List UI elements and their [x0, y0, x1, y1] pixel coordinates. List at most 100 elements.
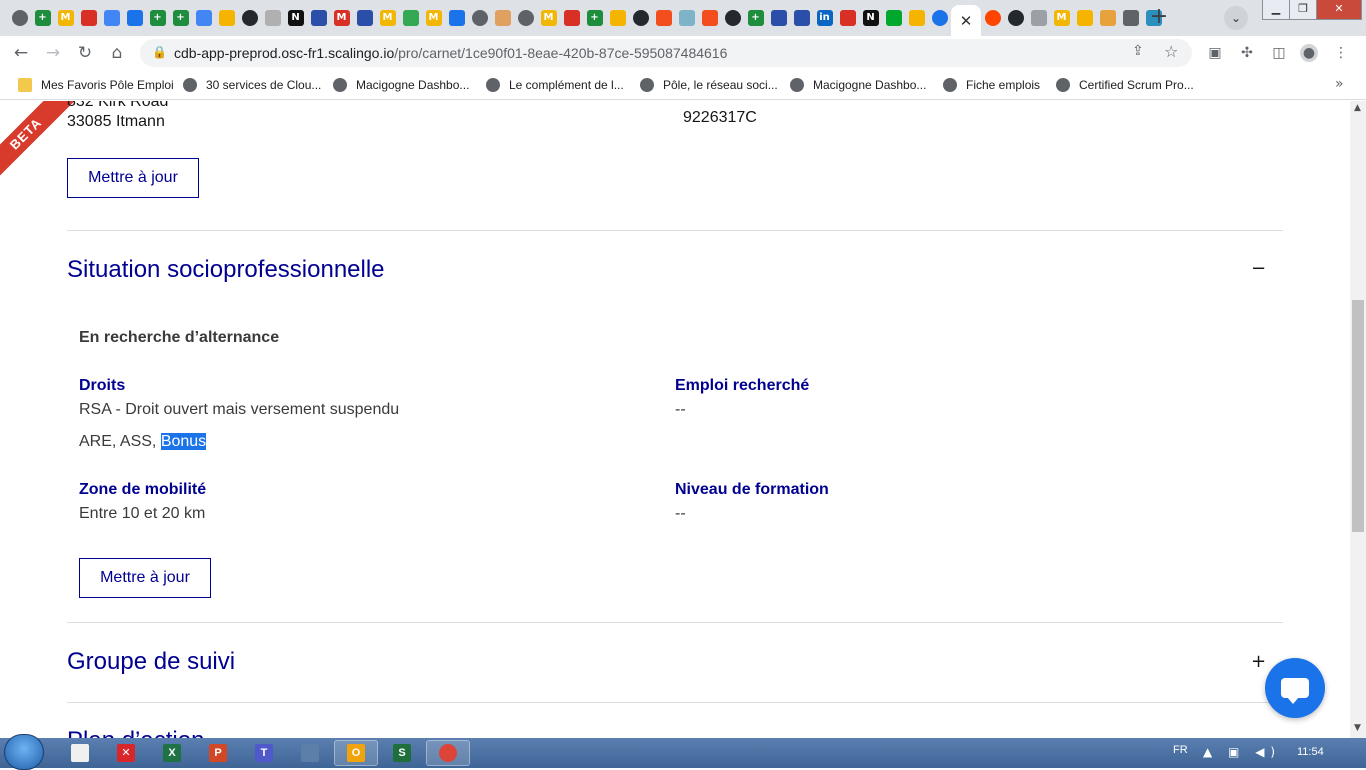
browser-tab[interactable] — [1119, 5, 1142, 31]
home-button[interactable]: ⌂ — [105, 41, 129, 65]
browser-tab[interactable] — [1027, 5, 1050, 31]
browser-tab[interactable] — [491, 5, 514, 31]
browser-tab[interactable] — [560, 5, 583, 31]
browser-tab[interactable]: M — [1050, 5, 1073, 31]
chat-support-button[interactable] — [1265, 658, 1325, 718]
browser-tab[interactable] — [652, 5, 675, 31]
taskbar-app-teams[interactable]: T — [242, 740, 286, 766]
reload-button[interactable]: ↻ — [73, 41, 97, 65]
update-personal-info-button[interactable]: Mettre à jour — [67, 158, 199, 198]
bookmark-item[interactable]: Certified Scrum Pro... — [1056, 76, 1194, 94]
close-window-button[interactable]: ✕ — [1316, 0, 1362, 20]
extension-icon[interactable]: ▣ — [1206, 44, 1224, 62]
taskbar-app-outlook[interactable]: O — [334, 740, 378, 766]
browser-tab[interactable] — [629, 5, 652, 31]
bookmark-item[interactable]: Le complément de l... — [486, 76, 624, 94]
share-icon[interactable]: ⇪ — [1132, 43, 1144, 59]
back-button[interactable]: ← — [9, 41, 33, 65]
side-panel-icon[interactable]: ◫ — [1270, 44, 1288, 62]
browser-tab[interactable] — [353, 5, 376, 31]
bookmark-item[interactable]: Pôle, le réseau soci... — [640, 76, 778, 94]
browser-tab[interactable] — [123, 5, 146, 31]
browser-tab[interactable]: + — [146, 5, 169, 31]
browser-tab[interactable]: M — [330, 5, 353, 31]
taskbar-app-xmind[interactable]: ✕ — [104, 740, 148, 766]
browser-tab[interactable] — [698, 5, 721, 31]
bookmark-item[interactable]: Macigogne Dashbo... — [333, 76, 469, 94]
browser-tab[interactable] — [192, 5, 215, 31]
browser-tab[interactable]: N — [284, 5, 307, 31]
taskbar-app-settings[interactable] — [288, 740, 332, 766]
browser-tab[interactable] — [468, 5, 491, 31]
clock[interactable]: 11:54 — [1297, 746, 1324, 758]
browser-tab[interactable] — [307, 5, 330, 31]
bookmark-item[interactable]: 30 services de Clou... — [183, 76, 321, 94]
browser-tab[interactable]: N — [859, 5, 882, 31]
update-situation-button[interactable]: Mettre à jour — [79, 558, 211, 598]
bookmark-item[interactable]: Fiche emplois — [943, 76, 1040, 94]
browser-tab[interactable]: + — [744, 5, 767, 31]
taskbar-app-powerpoint[interactable]: P — [196, 740, 240, 766]
browser-tab[interactable] — [8, 5, 31, 31]
browser-tab[interactable]: + — [169, 5, 192, 31]
expand-icon[interactable]: + — [1251, 651, 1266, 672]
scroll-down-arrow-icon[interactable]: ▼ — [1354, 723, 1361, 733]
taskbar-app-excel[interactable]: X — [150, 740, 194, 766]
new-tab-button[interactable]: + — [1147, 6, 1171, 30]
bookmarks-overflow-icon[interactable]: » — [1335, 76, 1344, 92]
forward-button[interactable]: → — [41, 41, 65, 65]
section-title-plan[interactable]: Plan d’action — [67, 727, 204, 738]
browser-tab[interactable] — [981, 5, 1004, 31]
browser-tab[interactable] — [928, 5, 951, 31]
browser-tab[interactable] — [100, 5, 123, 31]
browser-tab[interactable]: in — [813, 5, 836, 31]
browser-tab[interactable]: + — [583, 5, 606, 31]
browser-tab[interactable]: M — [537, 5, 560, 31]
collapse-icon[interactable]: − — [1251, 258, 1266, 279]
browser-tab[interactable]: M — [54, 5, 77, 31]
section-title-groupe[interactable]: Groupe de suivi — [67, 648, 235, 676]
browser-tab[interactable]: M — [422, 5, 445, 31]
browser-tab[interactable] — [238, 5, 261, 31]
puzzle-icon[interactable]: ✣ — [1238, 44, 1256, 62]
browser-tab[interactable]: M — [376, 5, 399, 31]
bookmark-star-icon[interactable]: ☆ — [1164, 42, 1178, 61]
bookmark-item[interactable]: Macigogne Dashbo... — [790, 76, 926, 94]
minimize-button[interactable]: ▁ — [1262, 0, 1290, 20]
browser-tab[interactable] — [77, 5, 100, 31]
browser-tab[interactable] — [399, 5, 422, 31]
browser-tab[interactable] — [882, 5, 905, 31]
browser-tab[interactable] — [767, 5, 790, 31]
taskbar-app-app-s[interactable]: S — [380, 740, 424, 766]
scroll-thumb[interactable] — [1352, 300, 1364, 532]
browser-tab[interactable]: + — [31, 5, 54, 31]
maximize-button[interactable]: ❐ — [1289, 0, 1317, 20]
section-title-situation[interactable]: Situation socioprofessionnelle — [67, 256, 385, 284]
address-bar[interactable]: 🔒 cdb-app-preprod.osc-fr1.scalingo.io/pr… — [140, 39, 1192, 67]
url-text[interactable]: cdb-app-preprod.osc-fr1.scalingo.io/pro/… — [174, 45, 727, 61]
bookmark-item[interactable]: Mes Favoris Pôle Emploi — [18, 76, 174, 94]
system-tray-icons[interactable]: ▲ ▣ ◀) — [1203, 745, 1281, 759]
browser-tab[interactable] — [445, 5, 468, 31]
browser-tab[interactable] — [790, 5, 813, 31]
tab-search-button[interactable]: ⌄ — [1224, 6, 1248, 30]
browser-tab[interactable] — [1096, 5, 1119, 31]
scroll-up-arrow-icon[interactable]: ▲ — [1354, 103, 1361, 113]
language-indicator[interactable]: FR — [1173, 744, 1188, 756]
browser-tab[interactable] — [1004, 5, 1027, 31]
browser-tab[interactable] — [721, 5, 744, 31]
browser-tab[interactable] — [606, 5, 629, 31]
taskbar-app-chrome[interactable] — [426, 740, 470, 766]
profile-avatar-icon[interactable]: ● — [1300, 44, 1318, 62]
close-tab-icon[interactable]: ✕ — [960, 12, 973, 30]
browser-tab[interactable] — [514, 5, 537, 31]
kebab-menu-icon[interactable]: ⋮ — [1332, 44, 1350, 62]
browser-tab[interactable] — [215, 5, 238, 31]
start-button[interactable] — [4, 734, 44, 770]
browser-tab[interactable] — [261, 5, 284, 31]
taskbar-app-explorer[interactable] — [58, 740, 102, 766]
browser-tab[interactable] — [675, 5, 698, 31]
browser-tab[interactable] — [905, 5, 928, 31]
browser-tab[interactable] — [836, 5, 859, 31]
active-tab[interactable]: ✕ — [951, 5, 981, 36]
